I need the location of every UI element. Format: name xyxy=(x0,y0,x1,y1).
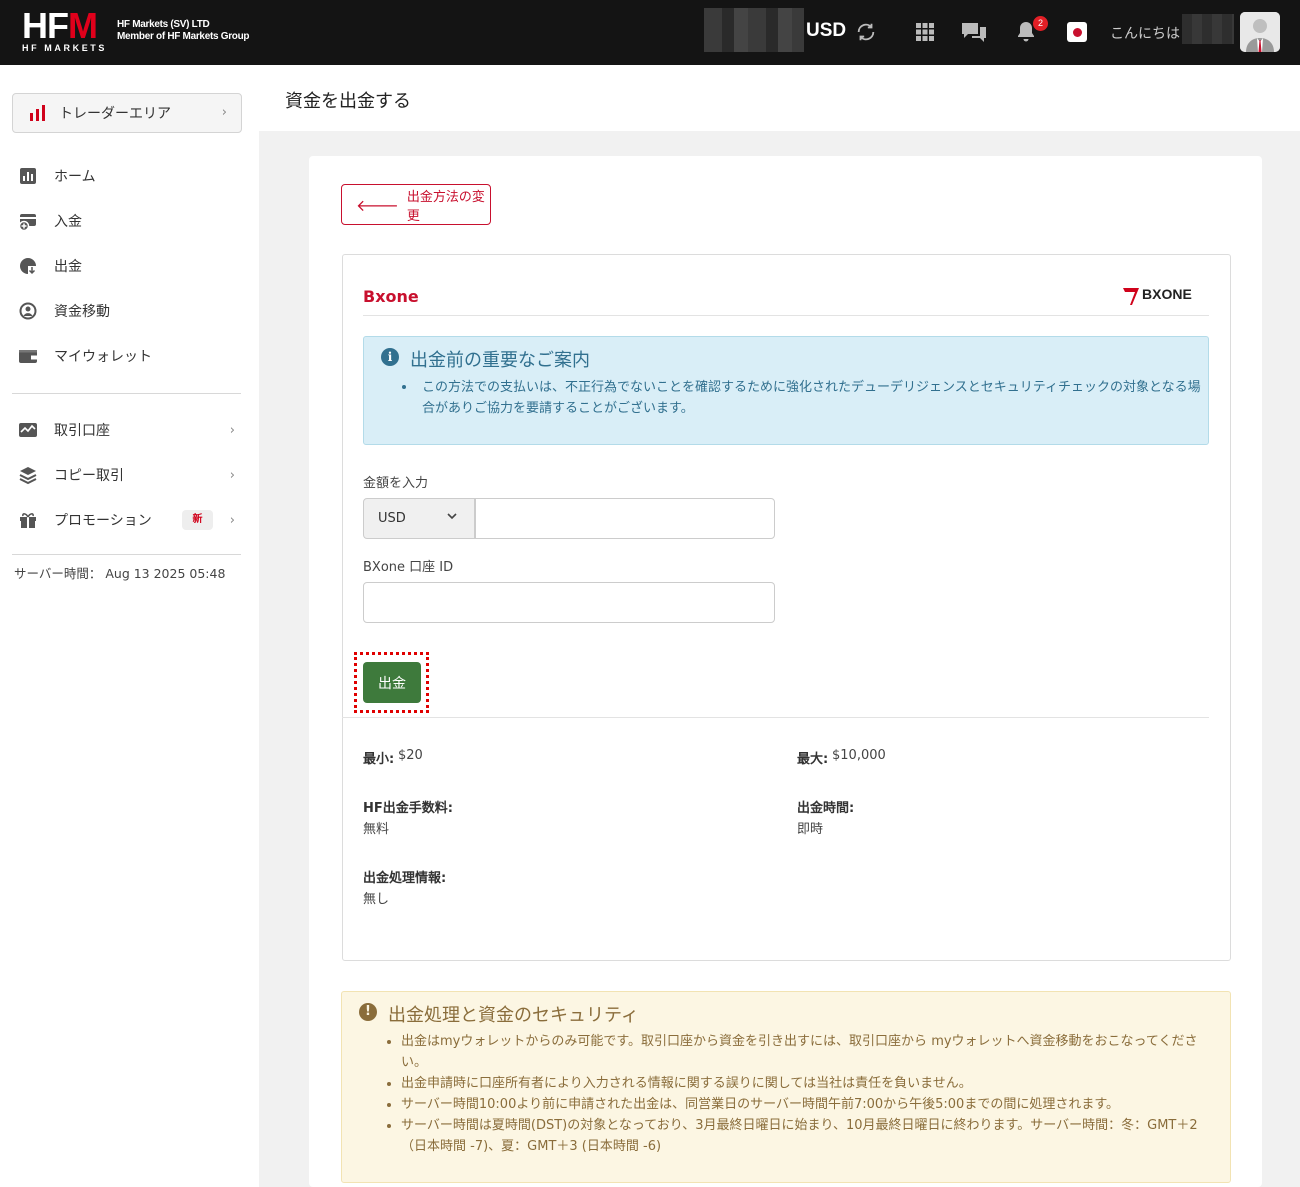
sidebar-item-deposit[interactable]: 入金 xyxy=(18,209,243,233)
change-method-label: 出金方法の変更 xyxy=(406,189,485,224)
fee-value: 無料 xyxy=(363,822,390,837)
account-id-label: BXone 口座 ID xyxy=(363,560,454,575)
sidebar-item-label: 入金 xyxy=(54,214,82,230)
currency-select[interactable]: USD xyxy=(363,498,475,539)
sidebar-item-label: コピー取引 xyxy=(54,468,124,484)
processing-value: 無し xyxy=(363,892,390,907)
trader-area-label: トレーダーエリア xyxy=(59,106,171,122)
sidebar-item-wallet[interactable]: マイウォレット xyxy=(18,344,243,368)
logo-mark: HFM xyxy=(22,5,98,46)
sidebar-divider xyxy=(12,554,241,555)
form-divider xyxy=(342,717,1209,718)
min-value: $20 xyxy=(398,748,423,763)
chevron-right-icon: › xyxy=(229,512,235,528)
time-value: 即時 xyxy=(797,822,824,837)
gift-icon xyxy=(18,510,38,530)
page-title: 資金を出金する xyxy=(285,91,411,112)
sidebar-item-label: プロモーション xyxy=(54,513,152,529)
currency-select-value: USD xyxy=(378,511,406,526)
refresh-icon[interactable] xyxy=(852,18,880,46)
withdraw-icon xyxy=(18,256,38,276)
amount-input[interactable] xyxy=(475,498,775,539)
greeting-text: こんにちは xyxy=(1110,26,1180,42)
trader-area-button[interactable]: トレーダーエリア › xyxy=(12,93,242,133)
method-title: Bxone xyxy=(363,287,419,306)
bar-chart-icon xyxy=(30,105,45,121)
chevron-right-icon: › xyxy=(221,105,227,120)
wallet-icon xyxy=(18,346,38,366)
new-badge: 新 xyxy=(182,510,213,530)
sidebar-item-copy-trading[interactable]: コピー取引 › xyxy=(18,463,243,487)
info-icon: i xyxy=(381,348,399,366)
list-item: サーバー時間は夏時間(DST)の対象となっており、3月最終日曜日に始まり、10月… xyxy=(384,1115,1214,1157)
max-value: $10,000 xyxy=(832,748,886,763)
sidebar-item-promotions[interactable]: プロモーション 新 › xyxy=(18,508,243,532)
sidebar-item-label: 出金 xyxy=(54,259,82,275)
sidebar-item-withdraw[interactable]: 出金 xyxy=(18,254,243,278)
sidebar-item-label: マイウォレット xyxy=(54,349,152,365)
fee-label: HF出金手数料: xyxy=(363,801,453,816)
notification-badge: 2 xyxy=(1033,16,1048,31)
bxone-logo: BXONE xyxy=(1122,284,1208,306)
layers-icon xyxy=(18,465,38,485)
server-time: サーバー時間： Aug 13 2025 05:48 xyxy=(14,566,226,581)
change-method-button[interactable]: 🡐 出金方法の変更 xyxy=(341,184,491,225)
sidebar-item-transfer[interactable]: 資金移動 xyxy=(18,299,243,323)
hfm-logo[interactable]: HFM HF MARKETS xyxy=(22,5,112,55)
bxone-logo-text: BXONE xyxy=(1142,286,1192,302)
sidebar-divider xyxy=(12,393,241,394)
company-name: HF Markets (SV) LTD xyxy=(117,19,210,30)
max-label: 最大: xyxy=(797,752,829,767)
list-item: サーバー時間10:00より前に申請された出金は、同営業日のサーバー時間午前7:0… xyxy=(384,1094,1214,1115)
top-bar: HFM HF MARKETS HF Markets (SV) LTD Membe… xyxy=(0,0,1300,65)
account-id-input[interactable] xyxy=(363,582,775,623)
info-bullet xyxy=(402,385,406,389)
chevron-right-icon: › xyxy=(229,422,235,438)
japan-flag-icon[interactable] xyxy=(1067,22,1087,42)
sidebar-item-home[interactable]: ホーム xyxy=(18,164,243,188)
sidebar-item-trading-accounts[interactable]: 取引口座 › xyxy=(18,418,243,442)
sidebar-item-label: ホーム xyxy=(54,169,96,185)
info-text: この方法での支払いは、不正行為でないことを確認するために強化されたデューデリジェ… xyxy=(422,380,1201,416)
list-item: 出金はmyウォレットからのみ可能です。取引口座から資金を引き出すには、取引口座か… xyxy=(384,1031,1214,1073)
avatar[interactable] xyxy=(1240,12,1280,52)
method-divider xyxy=(363,315,1209,316)
security-list: 出金はmyウォレットからのみ可能です。取引口座から資金を引き出すには、取引口座か… xyxy=(384,1031,1214,1157)
company-group: Member of HF Markets Group xyxy=(117,31,250,42)
sidebar: トレーダーエリア › ホーム 入金 出金 資金移動 マイウォレット 取引口座 ›… xyxy=(0,65,259,1187)
amount-label: 金額を入力 xyxy=(363,476,429,491)
deposit-icon xyxy=(18,211,38,231)
username-redacted xyxy=(1182,14,1234,44)
trading-account-icon xyxy=(18,420,38,440)
balance-redacted xyxy=(704,8,804,52)
sidebar-item-label: 取引口座 xyxy=(54,423,110,439)
chat-icon[interactable] xyxy=(960,18,988,46)
min-label: 最小: xyxy=(363,752,395,767)
list-item: 出金申請時に口座所有者により入力される情報に関する誤りに関しては当社は責任を負い… xyxy=(384,1073,1214,1094)
time-label: 出金時間: xyxy=(797,801,855,816)
processing-label: 出金処理情報: xyxy=(363,871,447,886)
sidebar-item-label: 資金移動 xyxy=(54,304,110,320)
chevron-right-icon: › xyxy=(229,467,235,483)
company-info: HF Markets (SV) LTD Member of HF Markets… xyxy=(117,19,250,43)
currency-label: USD xyxy=(806,20,847,41)
chevron-down-icon xyxy=(446,510,458,525)
arrow-left-icon: 🡐 xyxy=(356,195,399,215)
logo-subtitle: HF MARKETS xyxy=(22,43,107,53)
info-title: 出金前の重要なご案内 xyxy=(410,350,590,371)
withdraw-submit-button[interactable]: 出金 xyxy=(363,662,421,703)
page-header: 資金を出金する xyxy=(259,65,1300,131)
transfer-icon xyxy=(18,301,38,321)
apps-grid-icon[interactable] xyxy=(911,18,939,46)
exclamation-icon: ! xyxy=(359,1003,377,1021)
chart-icon xyxy=(18,166,38,186)
security-title: 出金処理と資金のセキュリティ xyxy=(388,1005,639,1026)
